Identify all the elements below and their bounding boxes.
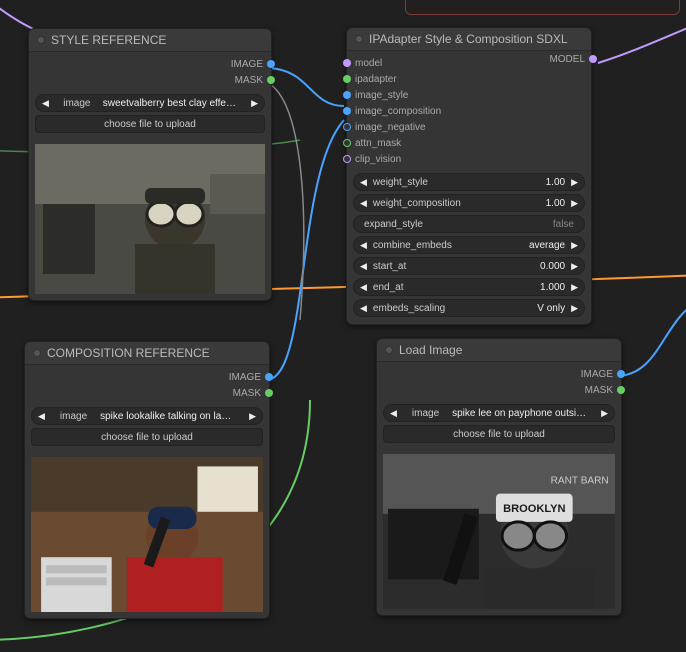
node-load-image[interactable]: Load Image IMAGE MASK ◀ image spike lee … xyxy=(376,338,622,616)
image-combo[interactable]: ◀ image sweetvalberry best clay effects … xyxy=(35,94,265,112)
node-title: STYLE REFERENCE xyxy=(51,33,166,47)
port-out-mask[interactable]: MASK xyxy=(35,72,265,88)
port-out-image[interactable]: IMAGE xyxy=(31,369,263,385)
collapse-dot[interactable] xyxy=(37,36,45,44)
port-in-clip-vision[interactable]: clip_vision xyxy=(353,151,585,167)
collapse-dot[interactable] xyxy=(385,346,393,354)
upload-button[interactable]: choose file to upload xyxy=(383,425,615,443)
chevron-left-icon: ◀ xyxy=(38,98,53,109)
node-header[interactable]: STYLE REFERENCE xyxy=(29,29,271,52)
image-preview: BROOKLYN RANT BARN xyxy=(383,454,615,609)
svg-text:BROOKLYN: BROOKLYN xyxy=(503,503,565,515)
widget-weight-composition[interactable]: ◀weight_composition1.00▶ xyxy=(353,194,585,212)
node-title: COMPOSITION REFERENCE xyxy=(47,346,210,360)
node-header[interactable]: Load Image xyxy=(377,339,621,362)
port-in-attn-mask[interactable]: attn_mask xyxy=(353,135,585,151)
port-in-image-style[interactable]: image_style xyxy=(353,87,585,103)
widget-embeds-scaling[interactable]: ◀embeds_scalingV only▶ xyxy=(353,299,585,317)
node-composition-reference[interactable]: COMPOSITION REFERENCE IMAGE MASK ◀ image… xyxy=(24,341,270,619)
port-in-ipadapter[interactable]: ipadapter xyxy=(353,71,585,87)
node-ipadapter[interactable]: IPAdapter Style & Composition SDXL MODEL… xyxy=(346,27,592,325)
collapse-dot[interactable] xyxy=(355,35,363,43)
image-preview xyxy=(35,144,265,294)
upload-button[interactable]: choose file to upload xyxy=(31,428,263,446)
port-in-model[interactable]: model xyxy=(353,55,585,71)
node-title: IPAdapter Style & Composition SDXL xyxy=(369,32,568,46)
node-title: Load Image xyxy=(399,343,462,357)
node-header[interactable]: IPAdapter Style & Composition SDXL xyxy=(347,28,591,51)
port-out-image[interactable]: IMAGE xyxy=(35,56,265,72)
node-header[interactable]: COMPOSITION REFERENCE xyxy=(25,342,269,365)
image-preview xyxy=(31,457,263,612)
upload-button[interactable]: choose file to upload xyxy=(35,115,265,133)
chevron-right-icon: ▶ xyxy=(247,98,262,109)
collapse-dot[interactable] xyxy=(33,349,41,357)
widget-expand-style[interactable]: expand_stylefalse xyxy=(353,215,585,233)
image-combo[interactable]: ◀ image spike lookalike talking on landl… xyxy=(31,407,263,425)
widget-start-at[interactable]: ◀start_at0.000▶ xyxy=(353,257,585,275)
port-out-image[interactable]: IMAGE xyxy=(383,366,615,382)
port-out-mask[interactable]: MASK xyxy=(31,385,263,401)
widget-end-at[interactable]: ◀end_at1.000▶ xyxy=(353,278,585,296)
group-frame xyxy=(405,0,680,15)
image-combo[interactable]: ◀ image spike lee on payphone outside b…… xyxy=(383,404,615,422)
widget-weight-style[interactable]: ◀weight_style1.00▶ xyxy=(353,173,585,191)
widget-combine-embeds[interactable]: ◀combine_embedsaverage▶ xyxy=(353,236,585,254)
port-in-image-composition[interactable]: image_composition xyxy=(353,103,585,119)
node-style-reference[interactable]: STYLE REFERENCE IMAGE MASK ◀ image sweet… xyxy=(28,28,272,301)
svg-text:RANT BARN: RANT BARN xyxy=(551,476,609,487)
port-in-image-negative[interactable]: image_negative xyxy=(353,119,585,135)
port-out-mask[interactable]: MASK xyxy=(383,382,615,398)
